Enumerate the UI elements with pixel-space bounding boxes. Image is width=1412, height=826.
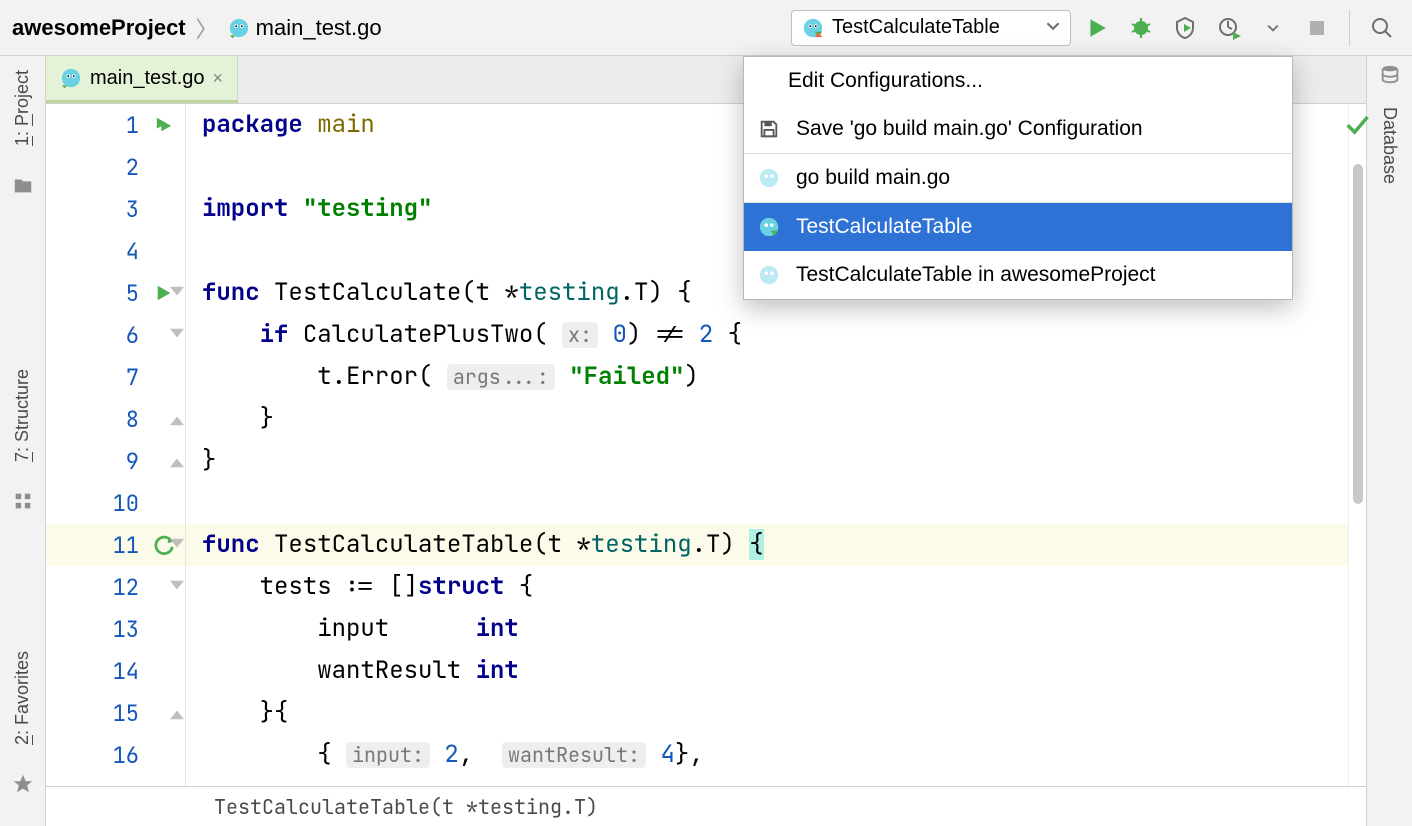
coverage-button[interactable] xyxy=(1167,10,1203,46)
left-tool-stripe: 1: Project 7: Structure 2: Favorites xyxy=(0,56,46,826)
profile-dropdown-button[interactable] xyxy=(1255,10,1291,46)
run-configuration-selector[interactable]: TestCalculateTable xyxy=(791,10,1071,46)
vertical-scrollbar[interactable] xyxy=(1353,164,1363,504)
go-test-icon xyxy=(802,17,824,39)
toolbar-separator xyxy=(1349,10,1350,46)
editor-breadcrumbs[interactable]: TestCalculateTable(t *testing.T) xyxy=(46,786,1366,826)
save-icon xyxy=(756,118,782,140)
fold-toggle-icon[interactable] xyxy=(168,286,186,300)
project-icon xyxy=(12,174,34,199)
structure-icon xyxy=(12,490,34,515)
fold-end-icon[interactable] xyxy=(168,454,186,468)
tool-tab-structure[interactable]: 7: Structure xyxy=(12,363,33,468)
dropdown-item-test-calculate-table[interactable]: TestCalculateTable xyxy=(744,203,1292,251)
database-icon xyxy=(1379,64,1401,89)
debug-button[interactable] xyxy=(1123,10,1159,46)
run-configuration-label: TestCalculateTable xyxy=(832,16,1000,39)
analysis-ok-icon xyxy=(1343,110,1371,141)
editor-tab-main-test[interactable]: main_test.go × xyxy=(46,56,238,103)
tool-tab-database[interactable]: Database xyxy=(1379,101,1400,190)
stop-button[interactable] xyxy=(1299,10,1335,46)
go-test-icon xyxy=(756,216,782,238)
go-file-icon xyxy=(228,17,250,39)
right-tool-stripe: Database xyxy=(1366,56,1412,826)
dropdown-edit-configurations[interactable]: Edit Configurations... xyxy=(744,57,1292,105)
editor-marks-stripe[interactable] xyxy=(1348,104,1366,786)
fold-end-icon[interactable] xyxy=(168,706,186,720)
fold-toggle-icon[interactable] xyxy=(168,580,186,594)
editor-region: main_test.go × 1 2 3 4 5 xyxy=(46,56,1366,826)
breadcrumb-project[interactable]: awesomeProject xyxy=(12,15,186,41)
dropdown-save-configuration[interactable]: Save 'go build main.go' Configuration xyxy=(744,105,1292,153)
search-everywhere-button[interactable] xyxy=(1364,10,1400,46)
fold-toggle-icon[interactable] xyxy=(168,328,186,342)
go-test-icon xyxy=(756,264,782,286)
run-config-dropdown: Edit Configurations... Save 'go build ma… xyxy=(743,56,1293,300)
fold-end-icon[interactable] xyxy=(168,412,186,426)
run-button[interactable] xyxy=(1079,10,1115,46)
profile-button[interactable] xyxy=(1211,10,1247,46)
editor-tab-label: main_test.go xyxy=(90,67,205,90)
go-run-icon xyxy=(756,167,782,189)
run-all-gutter-icon[interactable] xyxy=(151,116,177,134)
breadcrumb-separator: 〉 xyxy=(196,12,218,44)
close-tab-icon[interactable]: × xyxy=(213,68,224,89)
tool-tab-favorites[interactable]: 2: Favorites xyxy=(12,645,33,751)
chevron-down-icon xyxy=(1046,16,1060,39)
star-icon xyxy=(12,773,34,798)
breadcrumbs: awesomeProject 〉 main_test.go xyxy=(12,12,382,44)
go-file-icon xyxy=(60,67,82,89)
dropdown-item-test-in-project[interactable]: TestCalculateTable in awesomeProject xyxy=(744,251,1292,299)
fold-toggle-icon[interactable] xyxy=(168,538,186,552)
dropdown-item-go-build[interactable]: go build main.go xyxy=(744,154,1292,202)
tool-tab-project[interactable]: 1: Project xyxy=(12,64,33,152)
editor-gutter[interactable]: 1 2 3 4 5 6 7 8 xyxy=(46,104,186,786)
breadcrumb-file[interactable]: main_test.go xyxy=(228,15,382,41)
navigation-bar: awesomeProject 〉 main_test.go TestCalcul… xyxy=(0,0,1412,56)
